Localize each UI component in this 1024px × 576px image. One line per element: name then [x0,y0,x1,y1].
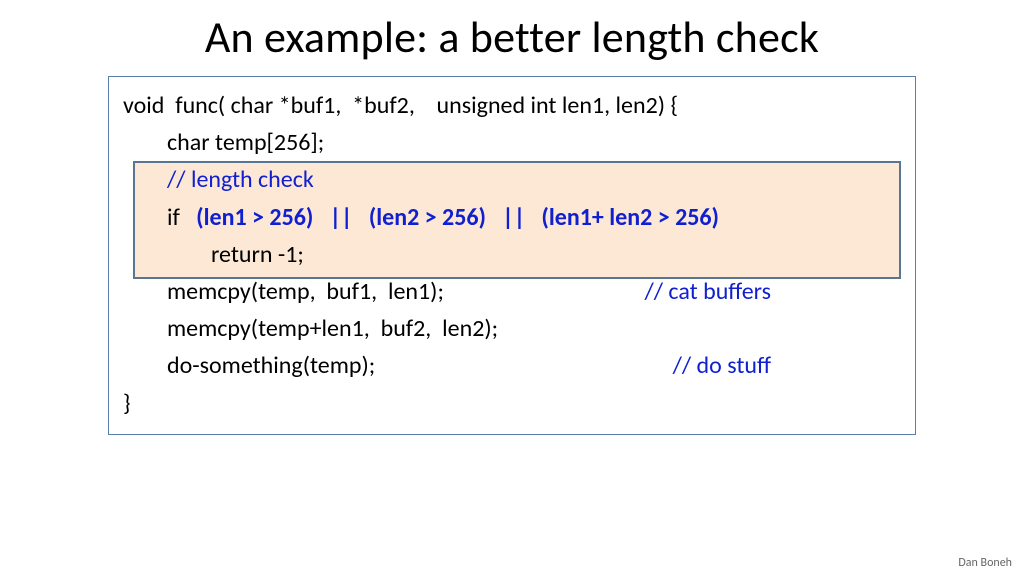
do-something: do-something(temp); [167,347,375,384]
if-condition: (len1 > 256) || (len2 > 256) || (len1+ l… [196,203,719,232]
code-line-6: memcpy(temp, buf1, len1); // cat buffers [123,273,901,310]
code-line-7: memcpy(temp+len1, buf2, len2); [123,310,901,347]
attribution: Dan Boneh [958,556,1012,570]
code-content: void func( char *buf1, *buf2, unsigned i… [123,87,901,422]
memcpy-1: memcpy(temp, buf1, len1); [167,273,444,310]
code-line-9: } [123,385,901,422]
comment-cat-buffers: // cat buffers [644,273,901,310]
if-keyword: if [167,203,196,232]
code-line-4: if (len1 > 256) || (len2 > 256) || (len1… [123,199,901,236]
code-box: void func( char *buf1, *buf2, unsigned i… [108,76,916,435]
comment-do-stuff: // do stuff [673,347,901,384]
code-line-1: void func( char *buf1, *buf2, unsigned i… [123,87,901,124]
slide-title: An example: a better length check [0,10,1024,64]
code-line-3: // length check [123,161,901,198]
code-line-8: do-something(temp); // do stuff [123,347,901,384]
code-line-2: char temp[256]; [123,124,901,161]
code-line-5: return -1; [123,236,901,273]
